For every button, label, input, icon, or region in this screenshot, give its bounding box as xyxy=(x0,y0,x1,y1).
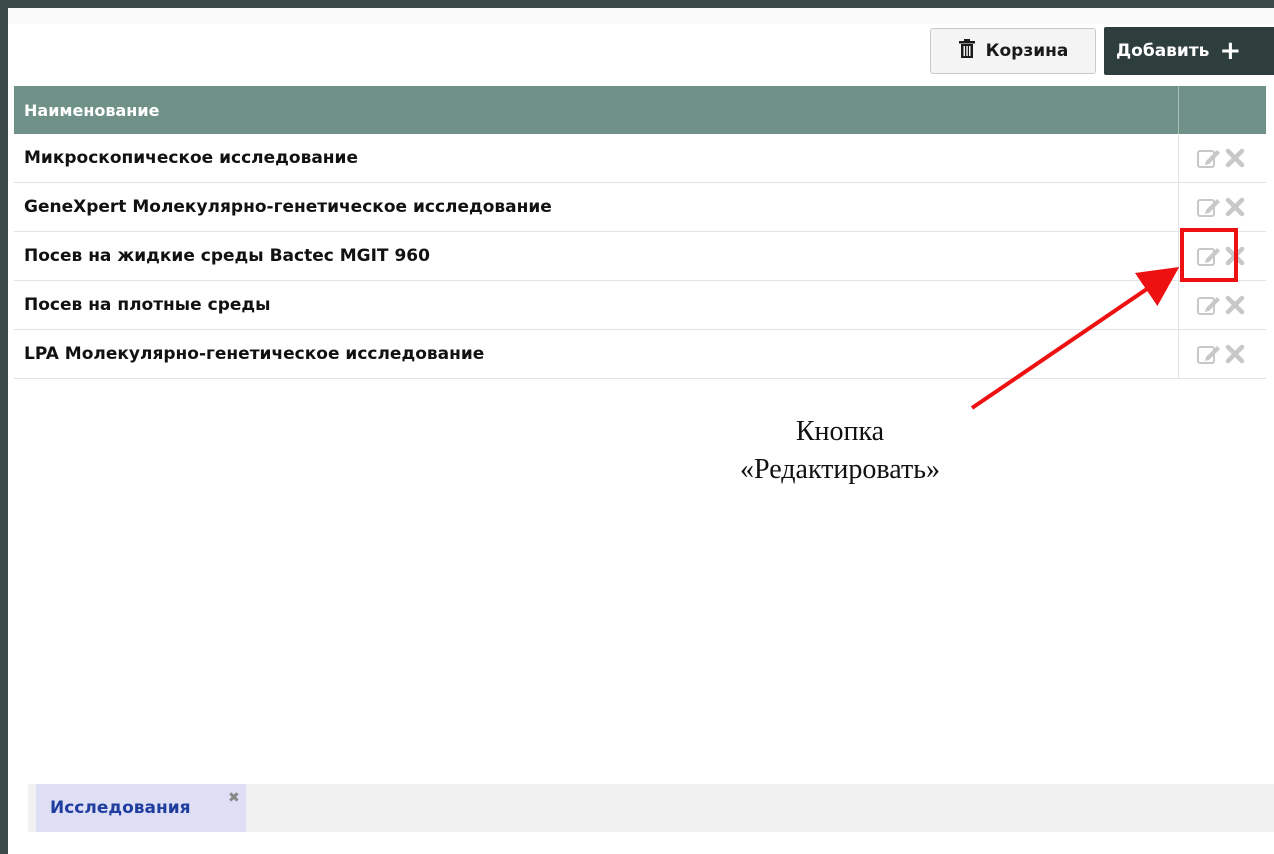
row-actions xyxy=(1178,330,1268,378)
tab-label: Исследования xyxy=(50,798,191,818)
delete-icon[interactable] xyxy=(1225,148,1245,168)
trash-icon xyxy=(958,38,976,64)
window-frame-left xyxy=(0,0,8,854)
table-row[interactable]: Микроскопическое исследование xyxy=(14,134,1266,183)
table-row[interactable]: Посев на плотные среды xyxy=(14,281,1266,330)
edit-icon[interactable] xyxy=(1197,343,1221,365)
annotation-line-1: Кнопка xyxy=(795,416,885,447)
delete-icon[interactable] xyxy=(1225,344,1245,364)
trash-button-label: Корзина xyxy=(985,41,1069,61)
tab-research[interactable]: Исследования xyxy=(36,784,246,832)
close-icon[interactable]: ✖ xyxy=(228,790,240,806)
table-row[interactable]: GeneXpert Молекулярно-генетическое иссле… xyxy=(14,183,1266,232)
add-button[interactable]: Добавить + xyxy=(1104,27,1274,75)
edit-icon[interactable] xyxy=(1197,294,1221,316)
edit-icon[interactable] xyxy=(1197,196,1221,218)
edit-icon[interactable] xyxy=(1197,147,1221,169)
row-name: Посев на жидкие среды Bactec MGIT 960 xyxy=(24,246,430,266)
research-table: Наименование Микроскопическое исследован… xyxy=(14,86,1266,379)
plus-icon: + xyxy=(1219,36,1242,66)
row-name: Посев на плотные среды xyxy=(24,295,271,315)
panel-top-strip xyxy=(8,8,1274,24)
row-actions xyxy=(1178,134,1268,182)
row-name: GeneXpert Молекулярно-генетическое иссле… xyxy=(24,197,552,217)
delete-icon[interactable] xyxy=(1225,295,1245,315)
column-header-name[interactable]: Наименование xyxy=(14,101,159,120)
row-actions xyxy=(1178,183,1268,231)
row-name: LPA Молекулярно-генетическое исследовани… xyxy=(24,344,485,364)
header-divider xyxy=(1178,86,1179,134)
add-button-label: Добавить xyxy=(1116,41,1210,61)
row-name: Микроскопическое исследование xyxy=(24,148,358,168)
delete-icon[interactable] xyxy=(1225,197,1245,217)
window-frame-top xyxy=(0,0,1274,8)
table-row[interactable]: LPA Молекулярно-генетическое исследовани… xyxy=(14,330,1266,379)
annotation-text: Кнопка «Редактировать» xyxy=(690,413,990,489)
edit-button-highlight xyxy=(1180,228,1238,282)
table-header: Наименование xyxy=(14,86,1266,134)
table-row[interactable]: Посев на жидкие среды Bactec MGIT 960 xyxy=(14,232,1266,281)
annotation-line-2: «Редактировать» xyxy=(740,454,940,485)
row-actions xyxy=(1178,281,1268,329)
trash-button[interactable]: Корзина xyxy=(930,28,1096,74)
